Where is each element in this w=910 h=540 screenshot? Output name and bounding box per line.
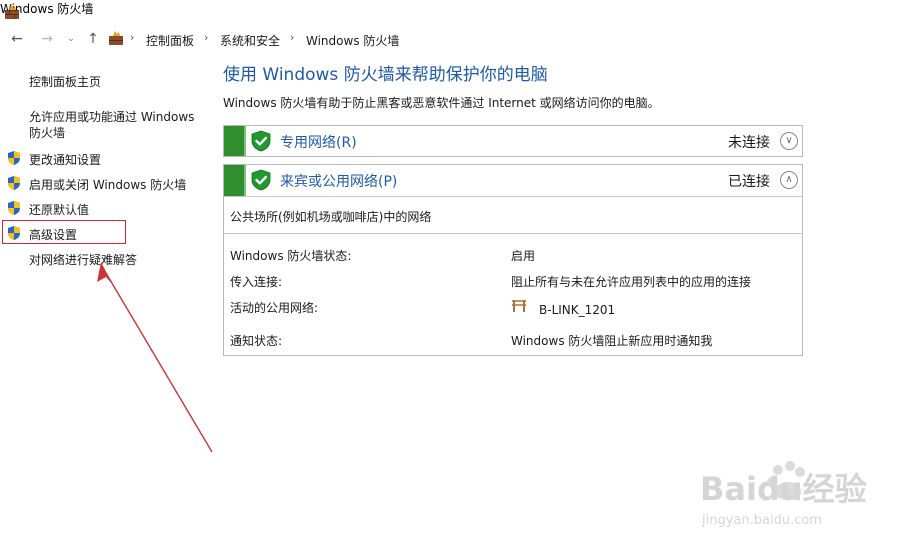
notification-state-value: Windows 防火墙阻止新应用时通知我 bbox=[511, 334, 713, 348]
incoming-connections-label: 传入连接: bbox=[230, 275, 283, 289]
breadcrumb-separator-icon: › bbox=[204, 31, 209, 44]
page-description: Windows 防火墙有助于防止黑客或恶意软件通过 Internet 或网络访问… bbox=[223, 96, 660, 110]
public-network-description: 公共场所(例如机场或咖啡店)中的网络 bbox=[230, 210, 432, 224]
status-bar bbox=[224, 126, 244, 156]
private-network-panel[interactable]: 专用网络(R) 未连接 ∨ bbox=[223, 125, 803, 157]
divider bbox=[224, 196, 802, 197]
baidu-watermark-logo: Baidu经验 jingyan.baidu.com bbox=[700, 461, 867, 528]
firewall-state-label: Windows 防火墙状态: bbox=[230, 249, 352, 263]
divider bbox=[224, 233, 802, 234]
status-bar-highlight bbox=[244, 126, 246, 156]
breadcrumb-separator-icon: › bbox=[130, 31, 135, 44]
uac-shield-icon bbox=[8, 176, 20, 190]
annotation-highlight-box bbox=[2, 220, 126, 244]
sidebar-allow-app-link[interactable]: 允许应用或功能通过 Windows 防火墙 bbox=[29, 109, 204, 141]
public-network-panel: 来宾或公用网络(P) 已连接 ∧ 公共场所(例如机场或咖啡店)中的网络 Wind… bbox=[223, 164, 803, 356]
green-shield-check-icon bbox=[251, 169, 271, 191]
public-network-status: 已连接 bbox=[728, 174, 770, 190]
uac-shield-icon bbox=[8, 151, 20, 165]
forward-arrow-icon[interactable]: → bbox=[38, 30, 56, 48]
navigation-bar: ← → ⌄ ↑ › 控制面板 › 系统和安全 › Windows 防火墙 bbox=[0, 26, 910, 54]
active-public-network-label: 活动的公用网络: bbox=[230, 301, 319, 315]
breadcrumb-control-panel[interactable]: 控制面板 bbox=[146, 32, 194, 49]
green-shield-check-icon bbox=[251, 130, 271, 152]
sidebar-toggle-firewall[interactable]: 启用或关闭 Windows 防火墙 bbox=[29, 176, 186, 193]
status-bar-highlight bbox=[244, 165, 246, 196]
private-network-status: 未连接 bbox=[728, 135, 770, 151]
chevron-down-icon[interactable]: ∨ bbox=[780, 132, 798, 150]
page-title: 使用 Windows 防火墙来帮助保护你的电脑 bbox=[223, 65, 548, 85]
address-bar[interactable]: › 控制面板 › 系统和安全 › Windows 防火墙 bbox=[106, 28, 906, 50]
firewall-icon bbox=[5, 5, 19, 19]
sidebar-change-notifications[interactable]: 更改通知设置 bbox=[29, 151, 101, 168]
back-arrow-icon[interactable]: ← bbox=[8, 30, 26, 48]
breadcrumb-windows-firewall[interactable]: Windows 防火墙 bbox=[306, 32, 399, 49]
active-public-network-value: B-LINK_1201 bbox=[539, 303, 616, 317]
uac-shield-icon bbox=[8, 201, 20, 215]
breadcrumb-separator-icon: › bbox=[290, 31, 295, 44]
public-network-label[interactable]: 来宾或公用网络(P) bbox=[280, 171, 397, 191]
watermark-text: Baidu经验 bbox=[700, 470, 867, 508]
watermark-subtext: jingyan.baidu.com bbox=[701, 513, 822, 528]
status-bar bbox=[224, 165, 244, 196]
notification-state-label: 通知状态: bbox=[230, 334, 283, 348]
sidebar-restore-defaults[interactable]: 还原默认值 bbox=[29, 201, 89, 218]
firewall-icon bbox=[109, 31, 123, 45]
recent-locations-chevron-icon[interactable]: ⌄ bbox=[62, 30, 80, 48]
chevron-up-icon[interactable]: ∧ bbox=[780, 171, 798, 189]
network-bench-icon bbox=[512, 300, 526, 312]
title-bar: Windows 防火墙 bbox=[0, 0, 910, 26]
sidebar-troubleshoot-network[interactable]: 对网络进行疑难解答 bbox=[29, 251, 137, 268]
sidebar-control-panel-home[interactable]: 控制面板主页 bbox=[29, 73, 101, 90]
breadcrumb-system-security[interactable]: 系统和安全 bbox=[220, 32, 280, 49]
private-network-label: 专用网络(R) bbox=[280, 135, 357, 151]
incoming-connections-value: 阻止所有与未在允许应用列表中的应用的连接 bbox=[511, 275, 752, 289]
up-arrow-icon[interactable]: ↑ bbox=[84, 30, 102, 48]
firewall-state-value: 启用 bbox=[511, 249, 536, 263]
